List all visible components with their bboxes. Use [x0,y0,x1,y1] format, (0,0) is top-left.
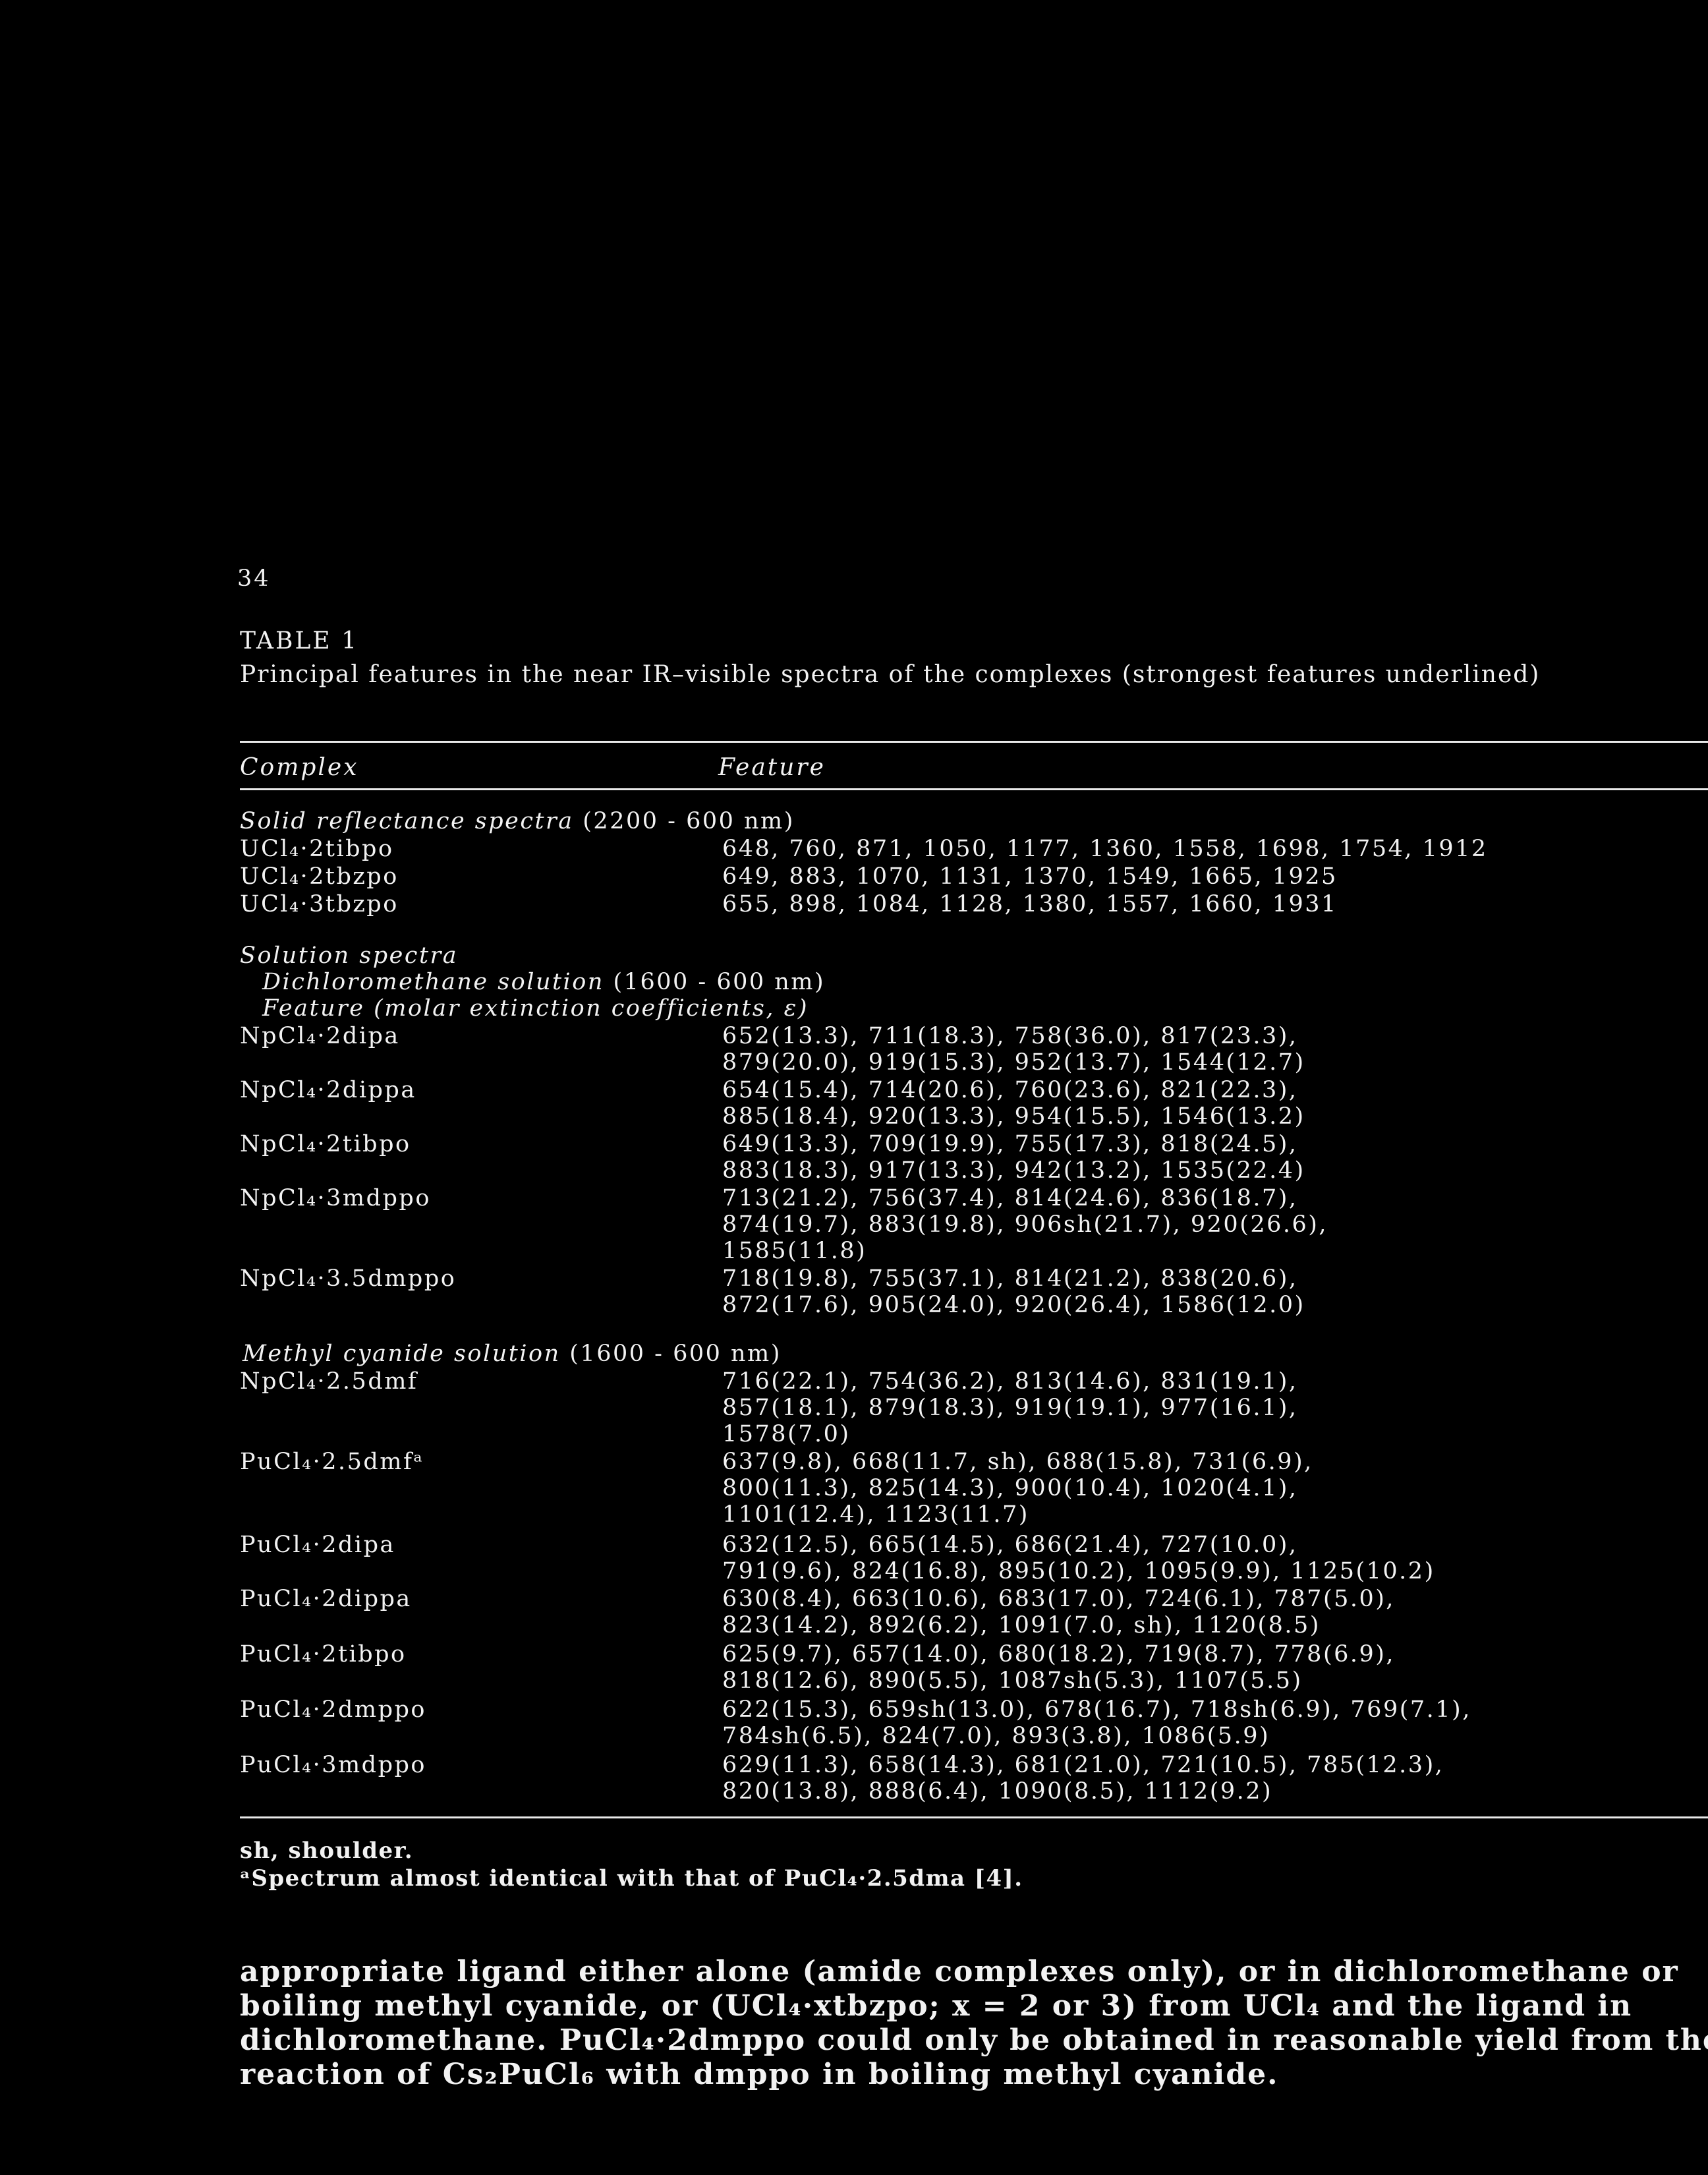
table-row-feature: 713(21.2), 756(37.4), 814(24.6), 836(18.… [722,1185,1298,1211]
table-top-rule [240,741,1708,743]
solution-section-title: Solution spectra [240,942,459,969]
table-row-feature: 885(18.4), 920(13.3), 954(15.5), 1546(13… [722,1103,1305,1130]
table-row-feature: 800(11.3), 825(14.3), 900(10.4), 1020(4.… [722,1475,1298,1501]
table-row-feature: 637(9.8), 668(11.7, sh), 688(15.8), 731(… [722,1449,1313,1475]
table-row-feature: 630(8.4), 663(10.6), 683(17.0), 724(6.1)… [722,1586,1396,1612]
header-rule [240,788,1708,790]
table-row: PuCl₄·2dmppo [240,1696,426,1723]
table-row-feature: 784sh(6.5), 824(7.0), 893(3.8), 1086(5.9… [722,1723,1270,1749]
table-row: PuCl₄·2tibpo [240,1641,407,1668]
table-row: PuCl₄·3mdppo [240,1752,426,1778]
table-row-feature: 718(19.8), 755(37.1), 814(21.2), 838(20.… [722,1265,1298,1292]
table-row-feature: 820(13.8), 888(6.4), 1090(8.5), 1112(9.2… [722,1778,1273,1805]
table-row-feature: 625(9.7), 657(14.0), 680(18.2), 719(8.7)… [722,1641,1396,1668]
table-row-feature: 872(17.6), 905(24.0), 920(26.4), 1586(12… [722,1292,1305,1318]
table-row: NpCl₄·2dippa [240,1077,416,1103]
table-row: UCl₄·2tbzpo [240,863,399,890]
footnote-sh: sh, shoulder. [240,1838,414,1864]
table-row: UCl₄·3tbzpo [240,891,399,917]
table-row: NpCl₄·3.5dmppo [240,1265,457,1292]
table-row-feature: 629(11.3), 658(14.3), 681(21.0), 721(10.… [722,1752,1444,1778]
table-row-feature: 649(13.3), 709(19.9), 755(17.3), 818(24.… [722,1131,1298,1157]
table-row: NpCl₄·2dipa [240,1023,400,1049]
table-row-feature: 818(12.6), 890(5.5), 1087sh(5.3), 1107(5… [722,1668,1303,1694]
table-row: NpCl₄·2tibpo [240,1131,411,1157]
table-row-feature: 654(15.4), 714(20.6), 760(23.6), 821(22.… [722,1077,1298,1103]
table-bottom-rule [240,1816,1708,1818]
dcm-subsection-title: Dichloromethane solution (1600 - 600 nm) [262,969,826,995]
table-row: PuCl₄·2dippa [240,1586,412,1612]
header-complex: Complex [240,754,359,781]
table-row-feature: 879(20.0), 919(15.3), 952(13.7), 1544(12… [722,1049,1305,1076]
table-row-feature: 823(14.2), 892(6.2), 1091(7.0, sh), 1120… [722,1612,1321,1638]
table-row-feature: 655, 898, 1084, 1128, 1380, 1557, 1660, … [722,891,1338,917]
table-row-feature: 791(9.6), 824(16.8), 895(10.2), 1095(9.9… [722,1558,1435,1584]
table-row-feature: 648, 760, 871, 1050, 1177, 1360, 1558, 1… [722,836,1488,862]
table-row-feature: 649, 883, 1070, 1131, 1370, 1549, 1665, … [722,863,1338,890]
table-row-feature: 857(18.1), 879(18.3), 919(19.1), 977(16.… [722,1395,1298,1421]
table-row: PuCl₄·2dipa [240,1532,395,1558]
page-number: 34 [237,566,271,592]
footnote-a: ᵃSpectrum almost identical with that of … [240,1865,1023,1892]
table-row-feature: 716(22.1), 754(36.2), 813(14.6), 831(19.… [722,1368,1298,1395]
table-row-feature: 874(19.7), 883(19.8), 906sh(21.7), 920(2… [722,1211,1328,1238]
table-row-feature: 1101(12.4), 1123(11.7) [722,1501,1029,1528]
table-row-feature: 1578(7.0) [722,1421,851,1447]
table-row: NpCl₄·3mdppo [240,1185,431,1211]
table-label: TABLE 1 [240,627,359,654]
body-paragraph: appropriate ligand either alone (amide c… [240,1955,1708,2091]
table-row: PuCl₄·2.5dmfᵃ [240,1449,424,1475]
table-row-feature: 652(13.3), 711(18.3), 758(36.0), 817(23.… [722,1023,1298,1049]
solid-section-title: Solid reflectance spectra (2200 - 600 nm… [240,808,795,834]
table-row-feature: 1585(11.8) [722,1238,867,1264]
table-row: UCl₄·2tibpo [240,836,394,862]
table-caption: Principal features in the near IR–visibl… [240,661,1541,688]
table-row-feature: 632(12.5), 665(14.5), 686(21.4), 727(10.… [722,1532,1298,1558]
header-feature: Feature [718,754,826,781]
feature-note: Feature (molar extinction coefficients, … [262,995,809,1022]
table-row: NpCl₄·2.5dmf [240,1368,418,1395]
table-row-feature: 622(15.3), 659sh(13.0), 678(16.7), 718sh… [722,1696,1471,1723]
table-row-feature: 883(18.3), 917(13.3), 942(13.2), 1535(22… [722,1157,1305,1184]
mecn-subsection-title: Methyl cyanide solution (1600 - 600 nm) [242,1341,782,1367]
